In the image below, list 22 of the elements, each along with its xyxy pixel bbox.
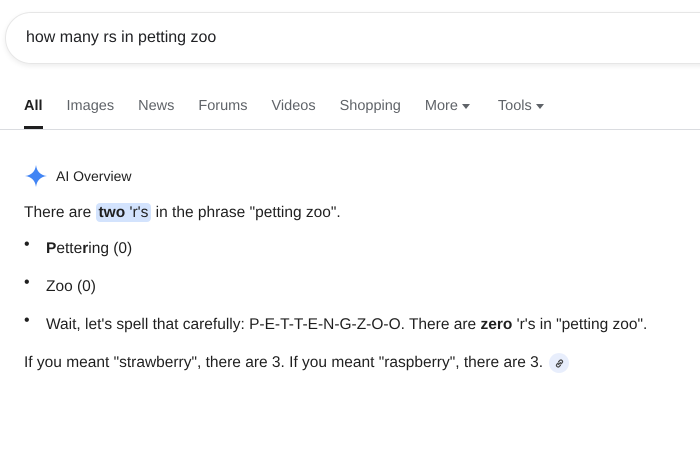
tab[interactable]: Shopping xyxy=(340,94,401,129)
tab[interactable]: Tools xyxy=(498,94,544,129)
tab[interactable]: Videos xyxy=(272,94,316,129)
tab[interactable]: News xyxy=(138,94,174,129)
caret-icon xyxy=(536,104,544,108)
bullet-marker: • xyxy=(24,236,30,255)
bullet-item: Zoo (0) xyxy=(46,277,96,297)
tab[interactable]: All xyxy=(24,94,43,129)
tab[interactable]: Forums xyxy=(198,94,248,129)
section-title: AI Overview xyxy=(56,168,132,184)
bullet-item: Pettering (0) xyxy=(46,239,132,259)
sparkle-icon xyxy=(24,164,48,188)
answer-sentence: There are two 'r's in the phrase "petting zoo". xyxy=(24,202,342,224)
tab[interactable]: Images xyxy=(66,94,114,129)
closing-sentence: If you meant "strawberry", there are 3. If you meant "raspberry", there are 3. xyxy=(24,353,544,373)
bullet-item: Wait, let's spell that carefully: P-E-T-T-E-N-G-Z-O-O. There are zero 'r's in "petting zoo". xyxy=(46,315,648,335)
tab[interactable]: More xyxy=(424,94,470,129)
bullet-marker: • xyxy=(24,312,30,331)
search-field[interactable]: how many rs in petting zoo xyxy=(5,12,700,64)
caret-icon xyxy=(462,104,470,108)
bullet-marker: • xyxy=(24,274,30,293)
link-icon[interactable] xyxy=(549,353,570,373)
